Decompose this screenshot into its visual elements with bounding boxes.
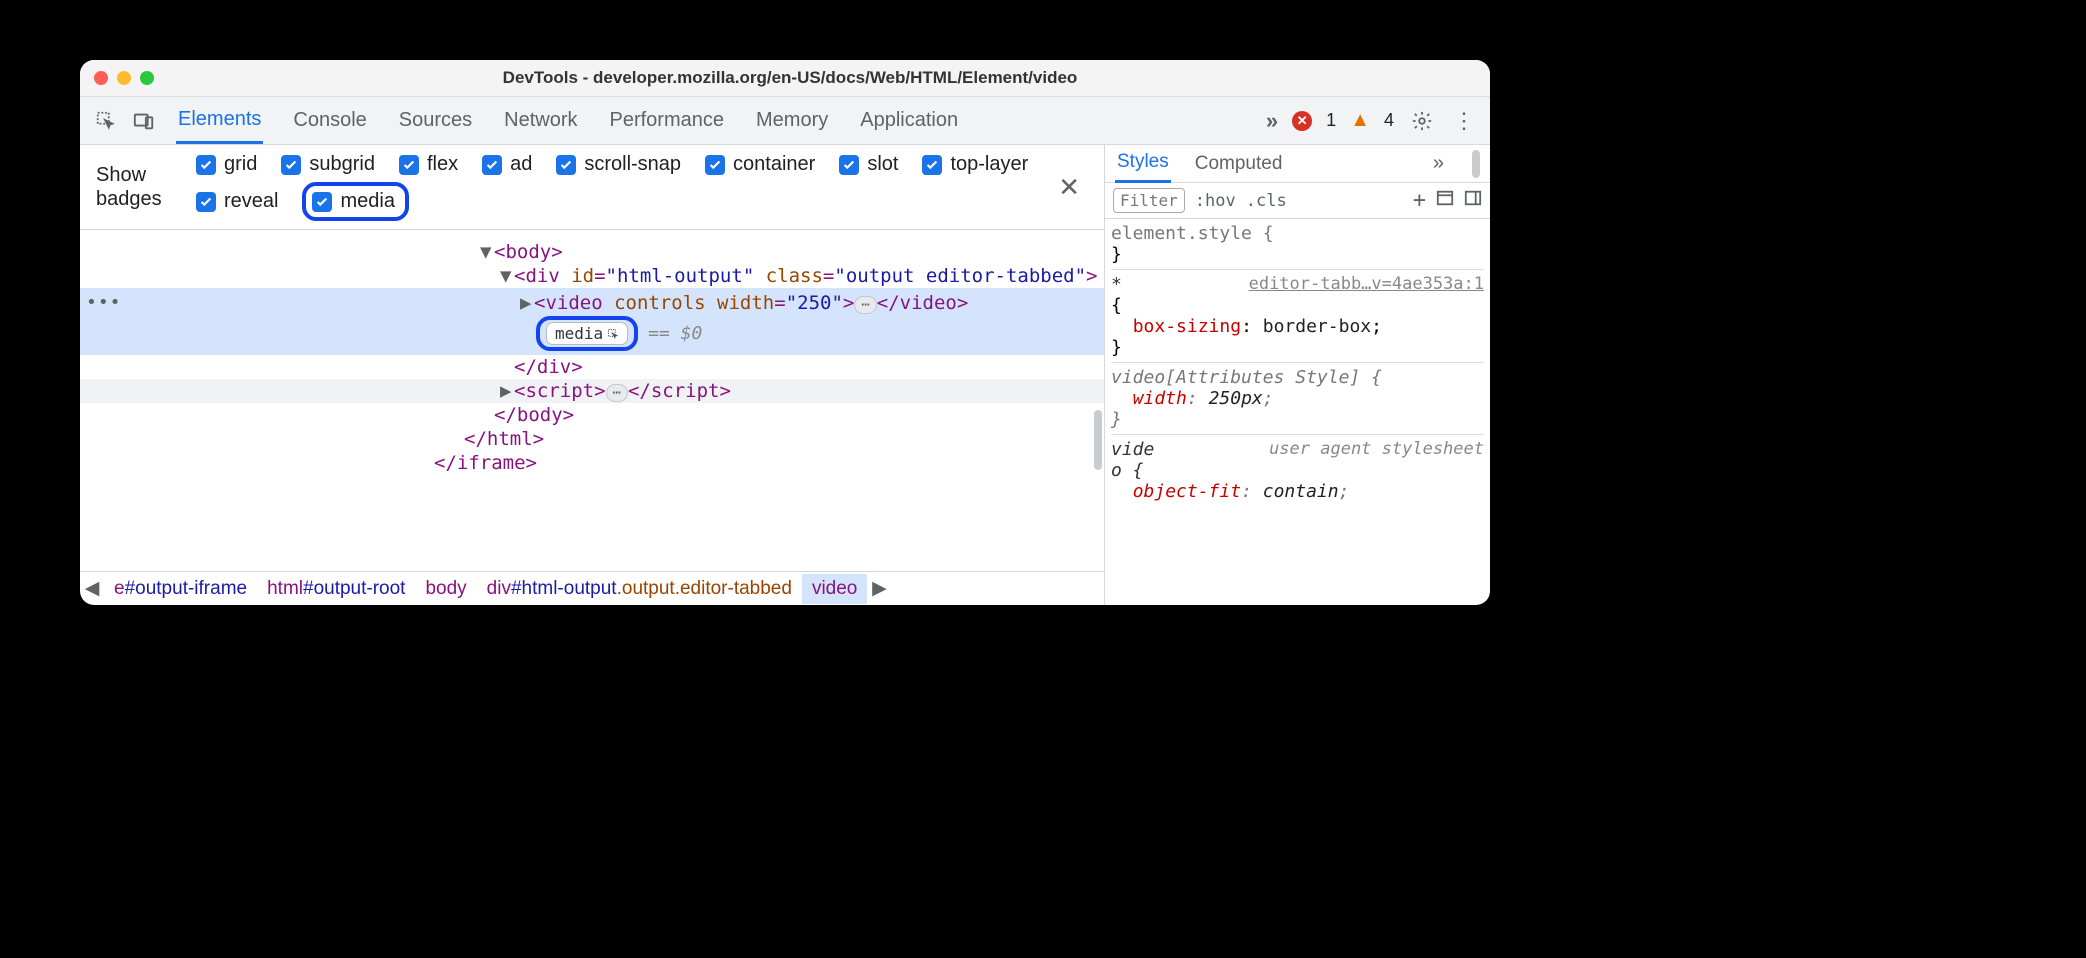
dom-node-script[interactable]: ▶<script>⋯</script> [80,379,1104,403]
breadcrumb-item-selected[interactable]: video [802,574,867,604]
devtools-window: DevTools - developer.mozilla.org/en-US/d… [80,60,1490,605]
main-content: Show badges grid subgrid flex ad scroll-… [80,145,1490,605]
dom-node-body-end[interactable]: </body> [80,403,1104,427]
kebab-icon[interactable]: ⋮ [1450,107,1478,135]
rule-selector[interactable]: * [1111,274,1122,295]
new-style-icon[interactable]: + [1413,188,1426,213]
dom-tree[interactable]: ▼<body> ▼<div id="html-output" class="ou… [80,230,1104,571]
devtools-tabbar: Elements Console Sources Network Perform… [80,97,1490,145]
warning-count: 4 [1384,110,1394,131]
settings-icon[interactable] [1408,107,1436,135]
tabbar-right: » ✕ 1 ▲ 4 ⋮ [1266,107,1478,135]
css-value[interactable]: border-box [1263,316,1371,337]
tab-application[interactable]: Application [858,99,960,142]
media-badge-highlight: media [536,316,638,351]
css-value[interactable]: contain [1263,481,1339,502]
tab-network[interactable]: Network [502,99,579,142]
badges-label: Show badges [96,163,196,211]
cls-toggle[interactable]: .cls [1246,191,1287,211]
badge-grid[interactable]: grid [196,153,257,176]
close-badges-icon[interactable]: ✕ [1050,172,1088,203]
tab-computed[interactable]: Computed [1193,146,1285,182]
collapsed-children-icon[interactable]: ⋯ [606,384,628,402]
error-count: 1 [1326,110,1336,131]
badge-container[interactable]: container [705,153,815,176]
rule-selector: video[Attributes Style] { [1111,367,1382,388]
titlebar: DevTools - developer.mozilla.org/en-US/d… [80,60,1490,97]
badge-media[interactable]: media [302,182,408,221]
dom-node-div-end[interactable]: </div> [80,355,1104,379]
tab-memory[interactable]: Memory [754,99,830,142]
breadcrumb-item[interactable]: html#output-root [257,574,415,604]
badges-bar: Show badges grid subgrid flex ad scroll-… [80,145,1104,230]
device-icon[interactable] [130,107,158,135]
breadcrumb: ◀ e#output-iframe html#output-root body … [80,571,1104,605]
css-property[interactable]: box-sizing [1133,316,1241,337]
ellipsis-icon[interactable]: ••• [86,292,122,313]
panel-tabs: Elements Console Sources Network Perform… [176,98,1256,144]
rule-source-link[interactable]: editor-tabb…v=4ae353a:1 [1249,274,1484,294]
scrollbar[interactable] [1472,150,1480,178]
badge-slot[interactable]: slot [839,153,898,176]
more-tabs-icon[interactable]: » [1433,152,1444,175]
badge-subgrid[interactable]: subgrid [281,153,375,176]
tab-performance[interactable]: Performance [608,99,727,142]
tab-elements[interactable]: Elements [176,98,263,144]
rule-source-label: user agent stylesheet [1269,439,1484,459]
styles-panel: Styles Computed » Filter :hov .cls + ele… [1105,145,1490,605]
style-rules[interactable]: element.style { } * editor-tabb…v=4ae353… [1105,219,1490,605]
css-property[interactable]: width [1133,388,1187,409]
more-tabs-icon[interactable]: » [1266,108,1278,134]
css-value[interactable]: 250px [1209,388,1263,409]
error-icon[interactable]: ✕ [1292,111,1312,131]
scrollbar[interactable] [1094,410,1104,470]
breadcrumb-right-icon[interactable]: ▶ [867,577,891,600]
dom-node-html-end[interactable]: </html> [80,427,1104,451]
equals-dollar-zero: == $0 [648,323,702,344]
badge-reveal[interactable]: reveal [196,182,278,221]
badges-grid: grid subgrid flex ad scroll-snap contain… [196,153,1050,221]
dom-node-iframe-end[interactable]: </iframe> [80,451,1104,475]
dom-node-div[interactable]: ▼<div id="html-output" class="output edi… [80,264,1104,288]
elements-panel: Show badges grid subgrid flex ad scroll-… [80,145,1105,605]
window-title: DevTools - developer.mozilla.org/en-US/d… [104,68,1476,88]
styles-tabs: Styles Computed » [1105,145,1490,183]
tab-console[interactable]: Console [291,99,368,142]
tab-sources[interactable]: Sources [397,99,474,142]
dom-node-video-selected[interactable]: ••• ▶<video controls width="250">⋯</vide… [80,288,1104,355]
media-badge[interactable]: media [546,322,628,345]
rule-selector[interactable]: element.style { [1111,223,1274,244]
warning-icon[interactable]: ▲ [1350,109,1370,132]
dom-node-body[interactable]: ▼<body> [80,240,1104,264]
inspect-icon[interactable] [92,107,120,135]
breadcrumb-left-icon[interactable]: ◀ [80,577,104,600]
hov-toggle[interactable]: :hov [1195,191,1236,211]
filter-input[interactable]: Filter [1113,188,1185,213]
breadcrumb-item[interactable]: body [415,574,476,604]
breadcrumb-item[interactable]: div#html-output.output.editor-tabbed [477,574,802,604]
computed-sidebar-icon[interactable] [1436,189,1454,212]
badge-scroll-snap[interactable]: scroll-snap [556,153,681,176]
tab-styles[interactable]: Styles [1115,145,1171,183]
css-property[interactable]: object-fit [1133,481,1241,502]
toggle-sidebar-icon[interactable] [1464,189,1482,212]
breadcrumb-item[interactable]: e#output-iframe [104,574,257,604]
badge-ad[interactable]: ad [482,153,532,176]
collapsed-children-icon[interactable]: ⋯ [854,296,876,314]
styles-toolbar: Filter :hov .cls + [1105,183,1490,219]
badge-top-layer[interactable]: top-layer [922,153,1028,176]
badge-flex[interactable]: flex [399,153,458,176]
